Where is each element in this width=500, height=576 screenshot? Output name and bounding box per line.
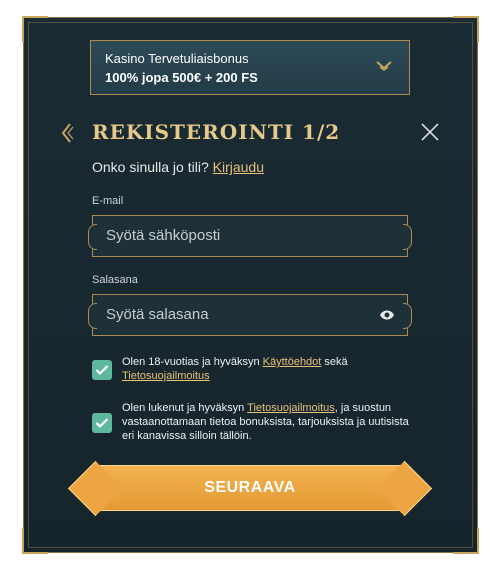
bonus-offer: 100% jopa 500€ + 200 FS bbox=[105, 70, 258, 85]
marketing-privacy-link[interactable]: Tietosuojailmoitus bbox=[247, 402, 335, 414]
eye-icon[interactable] bbox=[379, 308, 395, 322]
login-link[interactable]: Kirjaudu bbox=[213, 159, 264, 175]
corner-ornament bbox=[453, 16, 479, 42]
corner-ornament bbox=[22, 16, 48, 42]
chevron-down-icon bbox=[376, 61, 392, 71]
password-label: Salasana bbox=[92, 274, 138, 286]
bonus-title: Kasino Tervetuliaisbonus bbox=[105, 51, 249, 66]
login-prompt: Onko sinulla jo tili? Kirjaudu bbox=[92, 159, 264, 175]
next-button[interactable]: SEURAAVA bbox=[94, 465, 406, 511]
check-icon bbox=[95, 365, 109, 376]
terms-of-use-link[interactable]: Käyttöehdot bbox=[263, 356, 322, 368]
next-button-label: SEURAAVA bbox=[204, 479, 296, 496]
terms-text: Olen 18-vuotias ja hyväksyn Käyttöehdot … bbox=[122, 355, 412, 383]
email-placeholder: Syötä sähköposti bbox=[106, 227, 221, 244]
marketing-text: Olen lukenut ja hyväksyn Tietosuojailmoi… bbox=[122, 401, 412, 443]
marketing-text-start: Olen lukenut ja hyväksyn bbox=[122, 402, 245, 414]
corner-ornament bbox=[453, 528, 479, 554]
marketing-checkbox[interactable] bbox=[92, 413, 112, 433]
terms-checkbox[interactable] bbox=[92, 360, 112, 380]
email-label: E-mail bbox=[92, 195, 124, 207]
check-icon bbox=[95, 418, 109, 429]
close-icon[interactable] bbox=[420, 122, 440, 142]
title-row: REKISTEROINTI 1/2 bbox=[60, 120, 450, 148]
password-placeholder: Syötä salasana bbox=[106, 306, 209, 323]
welcome-bonus-selector[interactable]: Kasino Tervetuliaisbonus 100% jopa 500€ … bbox=[90, 40, 410, 95]
terms-text-start: Olen 18-vuotias ja hyväksyn bbox=[122, 356, 260, 368]
login-prompt-text: Onko sinulla jo tili? bbox=[92, 159, 209, 175]
privacy-notice-link[interactable]: Tietosuojailmoitus bbox=[122, 370, 210, 382]
registration-modal: Kasino Tervetuliaisbonus 100% jopa 500€ … bbox=[22, 16, 479, 554]
email-field[interactable]: Syötä sähköposti bbox=[88, 215, 412, 257]
terms-text-mid: sekä bbox=[324, 356, 348, 368]
page-title: REKISTEROINTI 1/2 bbox=[92, 120, 341, 144]
password-field[interactable]: Syötä salasana bbox=[88, 294, 412, 336]
back-arrow-icon[interactable] bbox=[60, 122, 74, 144]
corner-ornament bbox=[22, 528, 48, 554]
